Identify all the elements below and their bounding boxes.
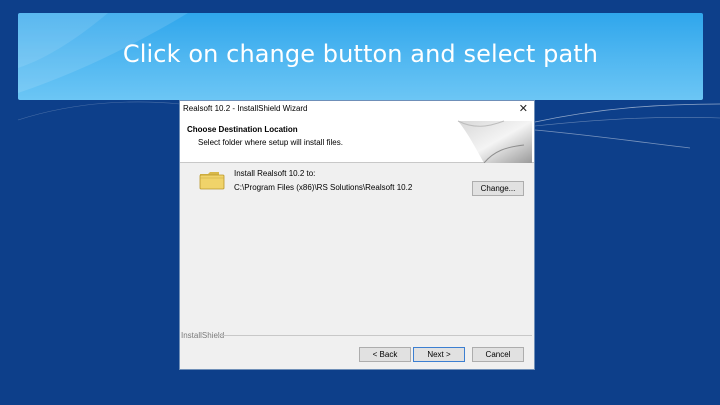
dialog-heading: Choose Destination Location	[187, 125, 298, 134]
slide-header: Click on change button and select path	[18, 13, 703, 100]
dialog-window-title: Realsoft 10.2 - InstallShield Wizard	[183, 104, 308, 113]
installshield-dialog: Realsoft 10.2 - InstallShield Wizard ✕ C…	[179, 100, 535, 370]
footer-divider	[218, 335, 532, 336]
cancel-button[interactable]: Cancel	[472, 347, 524, 362]
change-button[interactable]: Change...	[472, 181, 524, 196]
dialog-subheading: Select folder where setup will install f…	[198, 138, 343, 147]
page-curl-icon	[457, 120, 532, 163]
slide-title: Click on change button and select path	[122, 40, 599, 68]
next-button[interactable]: Next >	[413, 347, 465, 362]
dialog-titlebar[interactable]: Realsoft 10.2 - InstallShield Wizard ✕	[180, 101, 534, 119]
back-button[interactable]: < Back	[359, 347, 411, 362]
folder-icon	[199, 172, 225, 190]
install-location-label: Install Realsoft 10.2 to:	[234, 169, 316, 178]
close-icon[interactable]: ✕	[519, 102, 528, 116]
dialog-banner: Choose Destination Location Select folde…	[180, 119, 534, 163]
install-path-value: C:\Program Files (x86)\RS Solutions\Real…	[234, 183, 413, 192]
